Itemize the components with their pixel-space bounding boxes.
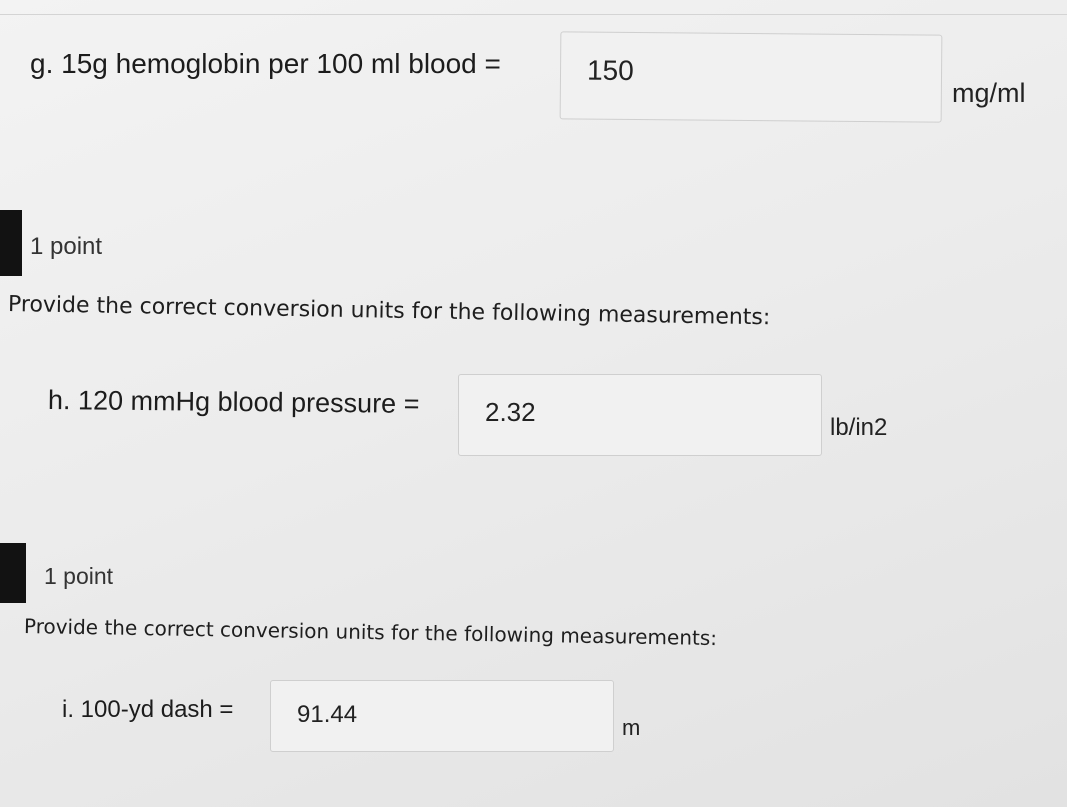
- question-h-answer-input[interactable]: 2.32: [458, 374, 822, 456]
- question-i-marker: [0, 543, 26, 603]
- question-g-label: g. 15g hemoglobin per 100 ml blood =: [30, 48, 501, 79]
- question-i-unit: m: [622, 715, 641, 740]
- question-h-marker: [0, 210, 22, 276]
- question-i-label: i. 100-yd dash =: [62, 696, 234, 723]
- question-i-prompt: Provide the correct conversion units for…: [23, 614, 718, 651]
- top-divider: [0, 14, 1067, 15]
- question-i-points: 1 point: [44, 563, 114, 589]
- question-g-answer-input[interactable]: 150: [559, 31, 943, 123]
- question-h-unit: lb/in2: [830, 414, 888, 441]
- question-g-unit: mg/ml: [952, 78, 1026, 108]
- question-i-answer-input[interactable]: 91.44: [270, 680, 614, 752]
- question-h-prompt: Provide the correct conversion units for…: [7, 292, 771, 331]
- question-h-label: h. 120 mmHg blood pressure =: [47, 385, 420, 419]
- question-h-points: 1 point: [30, 233, 103, 260]
